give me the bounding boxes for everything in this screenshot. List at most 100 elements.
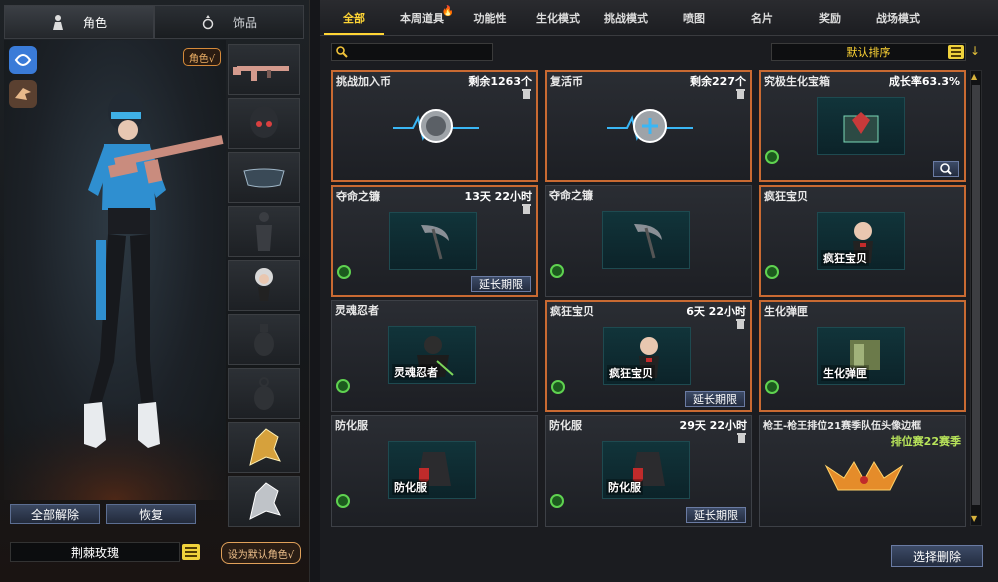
scythe-image: [602, 211, 690, 269]
slot-helmet[interactable]: [228, 98, 300, 149]
item-card[interactable]: 夺命之镰 13天 22小时 延长期限: [331, 185, 538, 297]
eagle-icon: [15, 88, 31, 100]
slot-goggles[interactable]: [228, 152, 300, 203]
helmet-icon: [250, 105, 278, 138]
item-caption: 灵魂忍者: [392, 364, 440, 380]
season-label: 排位赛22赛季: [890, 435, 961, 448]
item-name: 枪王-枪王排位21赛季队伍头像边框: [763, 421, 922, 432]
tab-weekly-items[interactable]: 本周道具 🔥: [388, 0, 456, 35]
green-status-icon: [337, 265, 351, 279]
tab-character[interactable]: 角色: [4, 5, 154, 39]
character-category-icon[interactable]: [9, 46, 37, 74]
tab-functional[interactable]: 功能性: [456, 0, 524, 35]
role-badge[interactable]: 角色√: [183, 48, 221, 66]
sort-direction-icon[interactable]: ↓: [970, 44, 980, 58]
slot-rifle[interactable]: [228, 44, 300, 95]
tab-challenge-mode[interactable]: 挑战模式: [592, 0, 660, 35]
scroll-down-icon[interactable]: ▼: [971, 514, 977, 523]
name-menu-icon[interactable]: [182, 544, 200, 560]
item-card[interactable]: 夺命之镰: [545, 185, 752, 297]
trash-icon[interactable]: [522, 204, 531, 214]
tab-accessory[interactable]: 饰品: [154, 5, 304, 39]
search-icon: [336, 46, 348, 58]
item-grid: 挑战加入币 剩余1263个 复活币 剩余227个 究极生化宝箱 成长率63.3%…: [331, 70, 966, 530]
tab-name-cards[interactable]: 名片: [728, 0, 796, 35]
character-icon: [52, 15, 63, 30]
scythe-image: [389, 212, 477, 270]
item-quantity: 剩余227个: [690, 75, 746, 88]
trash-icon[interactable]: [737, 433, 746, 443]
item-card[interactable]: 疯狂宝贝 疯狂宝贝: [759, 185, 966, 297]
item-card[interactable]: 枪王-枪王排位21赛季队伍头像边框 排位赛22赛季: [759, 415, 966, 527]
slot-gold-wolf[interactable]: [228, 422, 300, 473]
slot-pet[interactable]: [228, 260, 300, 311]
green-status-icon: [336, 494, 350, 508]
slot-body-empty[interactable]: [228, 206, 300, 257]
scythe-icon: [634, 224, 662, 259]
tab-accessory-label: 饰品: [232, 15, 257, 30]
chibi-pet-icon: [255, 267, 273, 301]
character-model: [4, 92, 226, 500]
category-tabs: 全部 本周道具 🔥 功能性 生化模式 挑战模式 喷图 名片 奖励 战场模式: [320, 0, 998, 36]
sort-dropdown[interactable]: 默认排序: [771, 43, 966, 61]
scroll-up-icon[interactable]: ▲: [971, 72, 977, 81]
trash-icon[interactable]: [736, 89, 745, 99]
equipment-slots: [228, 44, 302, 530]
grenade-silhouette-icon: [254, 323, 274, 356]
character-name-field[interactable]: 荆棘玫瑰: [10, 542, 180, 562]
green-status-icon: [765, 380, 779, 394]
unequip-all-button[interactable]: 全部解除: [10, 504, 100, 524]
magnify-button[interactable]: [933, 161, 959, 177]
challenge-coin-icon: [393, 109, 479, 143]
item-caption: 疯狂宝贝: [821, 250, 869, 266]
green-status-icon: [336, 379, 350, 393]
slot-grenade[interactable]: [228, 368, 300, 419]
item-name: 究极生化宝箱: [764, 75, 830, 88]
character-preview[interactable]: [4, 40, 226, 500]
zombie-box-icon: [843, 112, 879, 143]
tab-character-label: 角色: [82, 15, 107, 30]
slot-silver-wolf[interactable]: [228, 476, 300, 527]
soul-ninja-image: 灵魂忍者: [388, 326, 476, 384]
item-name: 夺命之镰: [549, 189, 593, 202]
tab-battlefield-mode[interactable]: 战场模式: [864, 0, 932, 35]
green-status-icon: [550, 264, 564, 278]
scrollbar-thumb[interactable]: [972, 85, 980, 505]
tab-rewards[interactable]: 奖励: [796, 0, 864, 35]
slot-grenade-empty[interactable]: [228, 314, 300, 365]
extend-period-button[interactable]: 延长期限: [685, 391, 745, 407]
item-name: 夺命之镰: [336, 190, 380, 203]
item-card[interactable]: 防化服 防化服: [331, 415, 538, 527]
tab-all[interactable]: 全部: [320, 0, 388, 35]
item-name: 防化服: [335, 419, 368, 432]
item-card[interactable]: 生化弹匣 生化弹匣: [759, 300, 966, 412]
bio-magazine-image: 生化弹匣: [817, 327, 905, 385]
extend-period-button[interactable]: 延长期限: [686, 507, 746, 523]
tab-zombie-mode[interactable]: 生化模式: [524, 0, 592, 35]
eagle-category-icon[interactable]: [9, 80, 37, 108]
green-status-icon: [765, 265, 779, 279]
item-name: 挑战加入币: [336, 75, 391, 88]
item-list-scrollbar[interactable]: [970, 70, 982, 526]
trash-icon[interactable]: [736, 319, 745, 329]
extend-period-button[interactable]: 延长期限: [471, 276, 531, 292]
select-delete-button[interactable]: 选择删除: [891, 545, 983, 567]
sort-menu-icon[interactable]: [948, 45, 964, 59]
item-name: 疯狂宝贝: [550, 305, 594, 318]
shield-icon: [14, 54, 32, 66]
trash-icon[interactable]: [522, 89, 531, 99]
item-card[interactable]: 疯狂宝贝 6天 22小时 疯狂宝贝 延长期限: [545, 300, 752, 412]
golden-wolf-icon: [249, 427, 281, 466]
tab-sprays[interactable]: 喷图: [660, 0, 728, 35]
green-status-icon: [765, 150, 779, 164]
item-card[interactable]: 挑战加入币 剩余1263个: [331, 70, 538, 182]
search-input[interactable]: [352, 46, 482, 58]
item-card[interactable]: 防化服 29天 22小时 防化服 延长期限: [545, 415, 752, 527]
set-default-character-button[interactable]: 设为默认角色√: [221, 542, 301, 564]
character-panel: 角色 饰品 角色√ 全部解除 恢复 荆棘玫瑰 设为默认角色√: [0, 0, 310, 582]
item-card[interactable]: 复活币 剩余227个: [545, 70, 752, 182]
item-card[interactable]: 灵魂忍者 灵魂忍者: [331, 300, 538, 412]
green-status-icon: [550, 494, 564, 508]
restore-button[interactable]: 恢复: [106, 504, 196, 524]
item-card[interactable]: 究极生化宝箱 成长率63.3%: [759, 70, 966, 182]
